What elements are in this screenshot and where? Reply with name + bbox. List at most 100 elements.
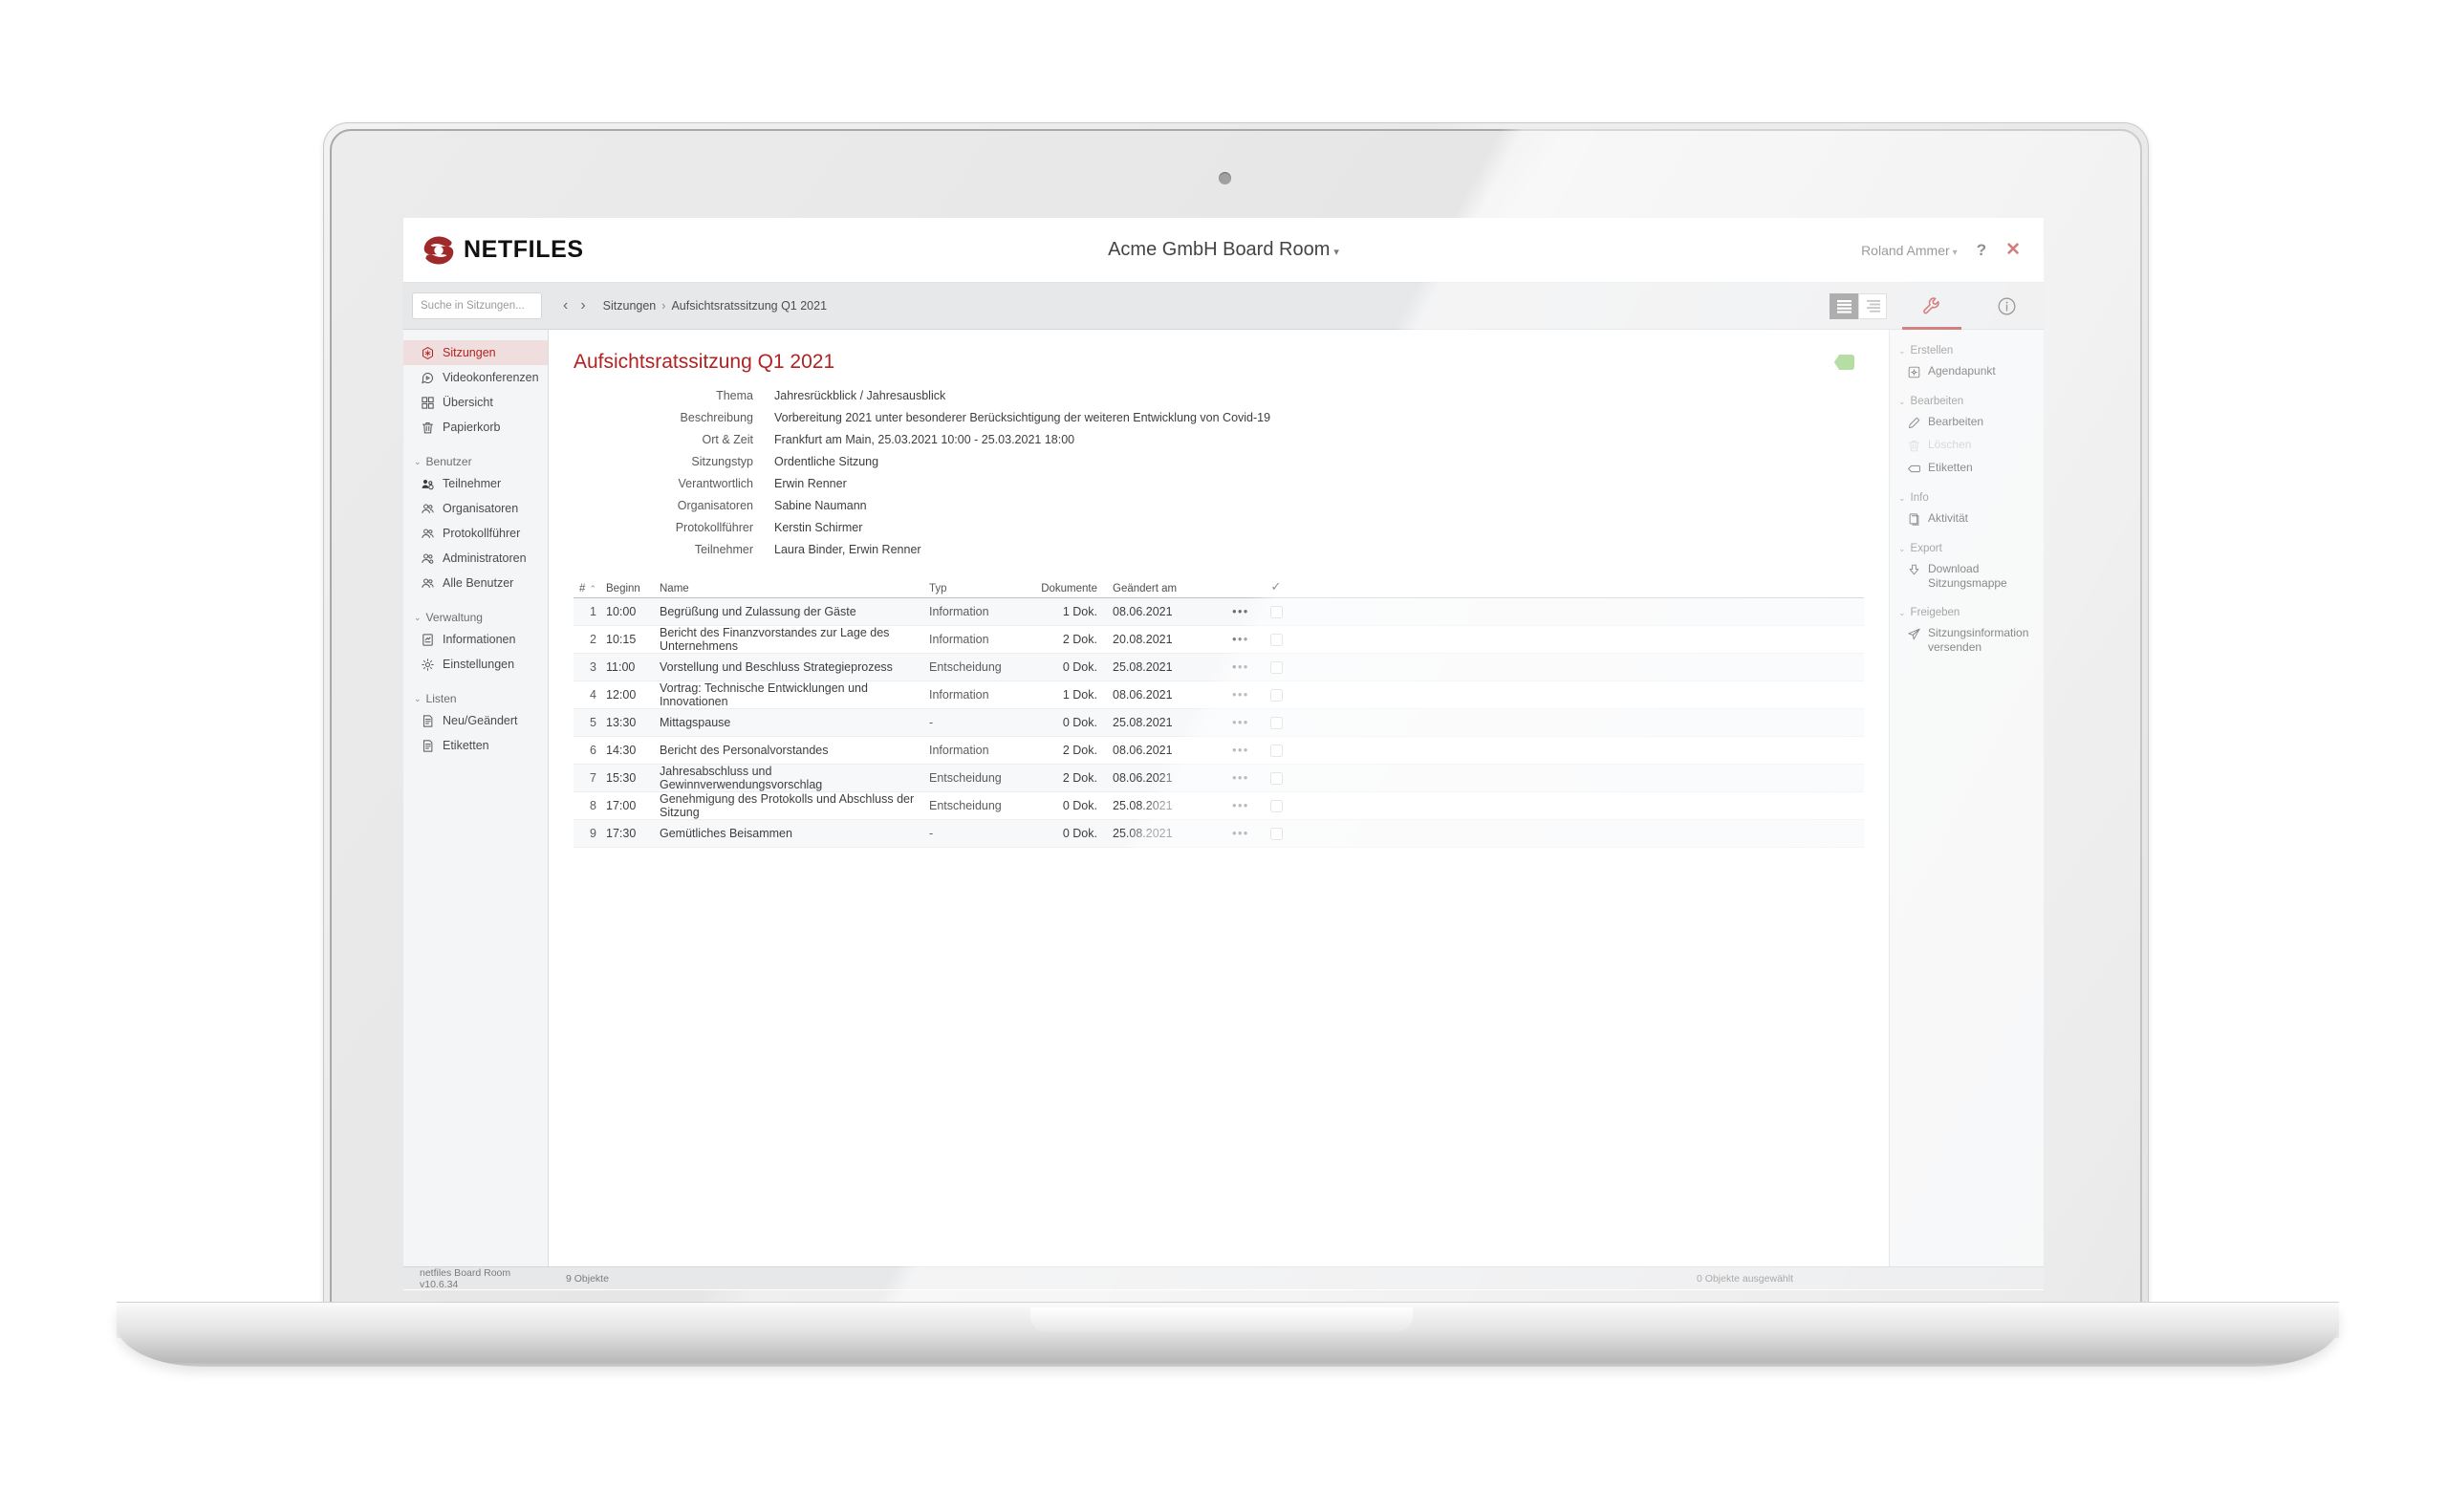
row-menu-button[interactable]: ••• [1220, 799, 1262, 812]
row-number: 2 [590, 633, 596, 646]
sidebar-item-etiketten[interactable]: Etiketten [403, 733, 548, 758]
chevron-down-icon: ⌄ [414, 693, 422, 703]
table-row[interactable]: 9 17:30 Gemütliches Beisammen - 0 Dok. 2… [574, 820, 1864, 848]
table-row[interactable]: 8 17:00 Genehmigung des Protokolls und A… [574, 792, 1864, 820]
sidebar-item-label: Administratoren [443, 551, 527, 565]
meta-label: Thema [716, 389, 753, 402]
breadcrumb-item-current[interactable]: Aufsichtsratssitzung Q1 2021 [671, 299, 827, 313]
chevron-right-icon[interactable]: › [580, 297, 585, 314]
tab-info[interactable] [1969, 283, 2044, 330]
row-name: Vortrag: Technische Entwicklungen und In… [660, 681, 868, 708]
top-bar: NETFILES Acme GmbH Board Room ▾ Roland Am… [403, 218, 2044, 283]
row-checkbox[interactable] [1269, 660, 1283, 674]
list-view-icon[interactable] [1830, 292, 1858, 319]
row-documents: 1 Dok. [1062, 605, 1097, 618]
sidebar-item-papierkorb[interactable]: Papierkorb [403, 415, 548, 440]
close-button[interactable]: ✕ [2005, 239, 2021, 261]
trash-icon [1907, 439, 1921, 453]
sidebar-item-teilnehmer[interactable]: Teilnehmer [403, 471, 548, 496]
row-number: 4 [590, 688, 596, 702]
row-menu-button[interactable]: ••• [1220, 633, 1262, 646]
row-checkbox[interactable] [1269, 827, 1283, 840]
action-agendapunkt[interactable]: Agendapunkt [1890, 360, 2044, 383]
row-checkbox[interactable] [1269, 633, 1283, 646]
meta-label: Organisatoren [677, 499, 753, 512]
sidebar-item-neu-geaendert[interactable]: Neu/Geändert [403, 708, 548, 733]
table-row[interactable]: 4 12:00 Vortrag: Technische Entwicklunge… [574, 681, 1864, 709]
row-menu-button[interactable]: ••• [1220, 744, 1262, 757]
select-all-checkbox[interactable]: ✓ [1262, 579, 1290, 594]
action-aktivitaet[interactable]: Aktivität [1890, 508, 2044, 530]
row-checkbox-cell [1262, 716, 1290, 729]
sidebar-item-label: Teilnehmer [443, 477, 502, 490]
row-name: Vorstellung und Beschluss Strategieproze… [660, 660, 893, 674]
workspace-title[interactable]: Acme GmbH Board Room ▾ [403, 239, 2044, 261]
column-header-typ[interactable]: Typ [929, 583, 1007, 594]
actions-group-freigeben[interactable]: ⌄ Freigeben [1898, 607, 2044, 618]
table-row[interactable]: 2 10:15 Bericht des Finanzvorstandes zur… [574, 626, 1864, 654]
table-row[interactable]: 6 14:30 Bericht des Personalvorstandes I… [574, 737, 1864, 765]
column-header-number[interactable]: # ⌃ [574, 583, 596, 594]
top-bar-right: Roland Ammer ▾ ? ✕ [1861, 239, 2021, 261]
row-menu-button[interactable]: ••• [1220, 605, 1262, 618]
table-row[interactable]: 3 11:00 Vorstellung und Beschluss Strate… [574, 654, 1864, 681]
row-menu-button[interactable]: ••• [1220, 716, 1262, 729]
application-window: NETFILES Acme GmbH Board Room ▾ Roland Am… [403, 218, 2044, 1290]
table-row[interactable]: 1 10:00 Begrüßung und Zulassung der Gäst… [574, 598, 1864, 626]
sidebar-group-label: Verwaltung [425, 611, 483, 624]
action-bearbeiten[interactable]: Bearbeiten [1890, 411, 2044, 434]
sidebar-item-protokollfuehrer[interactable]: Protokollführer [403, 521, 548, 546]
sidebar-item-einstellungen[interactable]: Einstellungen [403, 652, 548, 677]
wrench-icon [1921, 295, 1942, 316]
video-chat-icon [420, 370, 435, 385]
actions-group-erstellen[interactable]: ⌄ Erstellen [1898, 345, 2044, 356]
row-number: 3 [590, 660, 596, 674]
table-row[interactable]: 5 13:30 Mittagspause - 0 Dok. 25.08.2021… [574, 709, 1864, 737]
detail-view-icon[interactable] [1858, 292, 1887, 319]
row-checkbox[interactable] [1269, 605, 1283, 618]
row-menu-button[interactable]: ••• [1220, 771, 1262, 785]
column-header-geaendert[interactable]: Geändert am [1113, 583, 1220, 594]
sidebar-item-informationen[interactable]: Informationen [403, 627, 548, 652]
brand-logo[interactable]: NETFILES [422, 234, 584, 267]
row-checkbox[interactable] [1269, 688, 1283, 702]
sidebar-group-benutzer[interactable]: ⌄ Benutzer [414, 455, 548, 468]
sidebar-item-videokonferenzen[interactable]: Videokonferenzen [403, 365, 548, 390]
row-modified: 25.08.2021 [1113, 660, 1173, 674]
sidebar-item-organisatoren[interactable]: Organisatoren [403, 496, 548, 521]
column-header-name[interactable]: Name [650, 583, 929, 594]
row-checkbox[interactable] [1269, 716, 1283, 729]
action-download-sitzungsmappe[interactable]: Download Sitzungsmappe [1890, 558, 2044, 594]
row-time: 11:00 [606, 660, 636, 674]
row-number: 7 [590, 771, 596, 785]
row-menu-button[interactable]: ••• [1220, 688, 1262, 702]
sidebar-item-administratoren[interactable]: Administratoren [403, 546, 548, 571]
actions-group-info[interactable]: ⌄ Info [1898, 492, 2044, 504]
chevron-left-icon[interactable]: ‹ [563, 297, 568, 314]
actions-group-bearbeiten[interactable]: ⌄ Bearbeiten [1898, 396, 2044, 407]
row-checkbox[interactable] [1269, 799, 1283, 812]
column-header-dokumente[interactable]: Dokumente [1007, 583, 1113, 594]
sidebar-group-verwaltung[interactable]: ⌄ Verwaltung [414, 611, 548, 624]
row-menu-button[interactable]: ••• [1220, 660, 1262, 674]
activity-icon [1907, 512, 1921, 527]
row-documents: 2 Dok. [1062, 744, 1097, 757]
sidebar-group-listen[interactable]: ⌄ Listen [414, 692, 548, 705]
user-menu[interactable]: Roland Ammer ▾ [1861, 243, 1958, 258]
action-sitzungsinformation-versenden[interactable]: Sitzungsinformation versenden [1890, 622, 2044, 659]
row-checkbox[interactable] [1269, 771, 1283, 785]
tab-tools[interactable] [1895, 283, 1969, 330]
column-header-beginn[interactable]: Beginn [596, 583, 650, 594]
sidebar-item-sitzungen[interactable]: Sitzungen [403, 340, 548, 365]
table-row[interactable]: 7 15:30 Jahresabschluss und Gewinnverwen… [574, 765, 1864, 792]
meta-value: Erwin Renner [774, 477, 847, 490]
help-button[interactable]: ? [1977, 241, 1986, 260]
actions-group-export[interactable]: ⌄ Export [1898, 543, 2044, 554]
search-input[interactable] [412, 292, 542, 319]
sidebar-item-alle-benutzer[interactable]: Alle Benutzer [403, 571, 548, 595]
row-menu-button[interactable]: ••• [1220, 827, 1262, 840]
row-checkbox[interactable] [1269, 744, 1283, 757]
sidebar-item-uebersicht[interactable]: Übersicht [403, 390, 548, 415]
action-etiketten[interactable]: Etiketten [1890, 457, 2044, 480]
breadcrumb-item-root[interactable]: Sitzungen [603, 299, 657, 313]
